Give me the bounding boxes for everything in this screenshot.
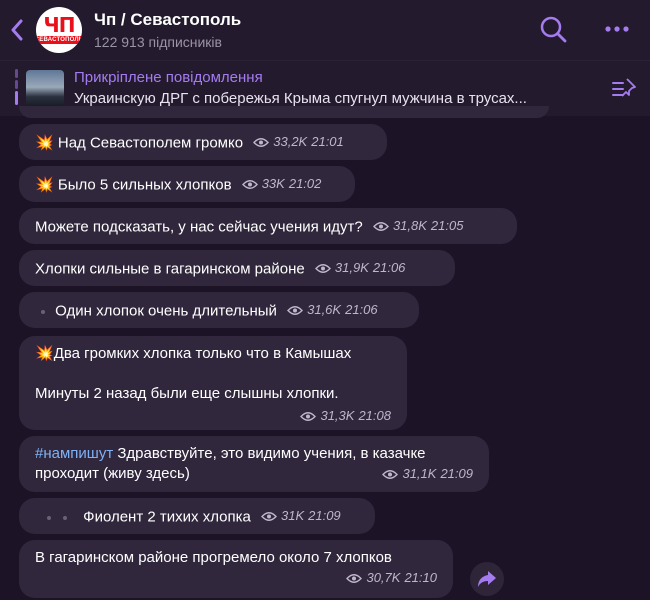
pin-list-icon (612, 78, 636, 97)
message-bubble[interactable]: #нампишут Здравствуйте, это видимо учени… (19, 436, 489, 492)
eye-icon (253, 137, 270, 147)
search-button[interactable] (538, 14, 568, 44)
eye-icon (261, 511, 277, 521)
message-bubble[interactable]: В гагаринском районе прогремело около 7 … (19, 540, 453, 598)
message-time: 21:06 (372, 260, 406, 275)
message-bubble[interactable]: Фиолент 2 тихих хлопка 31K 21:09 (19, 498, 375, 534)
view-count: 31K (280, 508, 305, 523)
message-bubble[interactable]: 💥 Было 5 сильных хлопков 33K 21:02 (19, 166, 355, 202)
chat-header: ЧП СЕВАСТОПОЛЬ Чп / Севастополь 122 913 … (0, 0, 650, 60)
eye-icon (241, 179, 258, 189)
message-meta: 31,3K 21:08 (300, 406, 391, 426)
message-text: Один хлопок очень длительный (55, 302, 277, 320)
channel-avatar[interactable]: ЧП СЕВАСТОПОЛЬ (36, 7, 82, 53)
avatar-logo-subtext: СЕВАСТОПОЛЬ (36, 35, 82, 44)
message-time: 21:01 (311, 134, 344, 149)
back-button[interactable] (0, 0, 34, 60)
eye-icon (372, 221, 389, 231)
message-meta: 33K 21:02 (241, 174, 322, 194)
view-count: 30,7K (366, 570, 401, 585)
pinned-title: Прикріплене повідомлення (74, 69, 263, 86)
placeholder-emoji-icon (47, 515, 51, 520)
view-count: 31,9K (334, 260, 369, 275)
eye-icon (314, 263, 331, 273)
explosion-icon: 💥 (35, 134, 54, 152)
message-text-line: Здравствуйте, это видимо учения, в казач… (113, 445, 426, 462)
share-arrow-icon (478, 571, 496, 587)
message-text-line: проходит (живу здесь) (35, 465, 190, 482)
subscriber-count: 122 913 підписників (94, 34, 222, 50)
more-horizontal-icon (605, 26, 629, 32)
message-bubble[interactable]: Один хлопок очень длительный 31,6K 21:06 (19, 292, 419, 328)
message-meta: 31,1K 21:09 (382, 464, 473, 484)
message-bubble[interactable]: 💥 Над Севастополем громко 33,2K 21:01 (19, 124, 387, 160)
message-text-line: Два громких хлопка только что в Камышах (53, 345, 352, 362)
message-meta: 33,2K 21:01 (253, 132, 344, 152)
message-meta: 31,6K 21:06 (287, 300, 378, 320)
pinned-list-button[interactable] (610, 75, 638, 103)
view-count: 31,6K (307, 302, 342, 317)
channel-info[interactable]: Чп / Севастополь 122 913 підписників (94, 10, 241, 50)
view-count: 31,8K (392, 218, 427, 233)
eye-icon (382, 469, 399, 479)
message-time: 21:09 (308, 508, 341, 523)
message-text: Можете подсказать, у нас сейчас учения и… (35, 218, 363, 236)
message-meta: 30,7K 21:10 (346, 568, 437, 588)
pinned-preview-text: Украинскую ДРГ с побережья Крыма спугнул… (74, 90, 527, 107)
message-meta: 31,8K 21:05 (372, 216, 464, 236)
placeholder-emoji-icon (41, 309, 45, 314)
message-list[interactable]: 💥 Над Севастополем громко 33,2K 21:01 💥 … (0, 106, 650, 600)
hashtag-link[interactable]: #нампишут (35, 445, 113, 462)
view-count: 31,1K (402, 466, 437, 481)
placeholder-emoji-icon (63, 515, 67, 520)
message-text: В гагаринском районе прогремело около 7 … (35, 549, 392, 566)
avatar-logo-text: ЧП (43, 12, 76, 37)
explosion-icon: 💥 (35, 345, 54, 362)
search-icon (540, 16, 567, 43)
message-text: Было 5 сильных хлопков (57, 176, 232, 194)
message-text: Над Севастополем громко (57, 134, 244, 152)
message-time: 21:05 (430, 218, 464, 233)
eye-icon (300, 411, 317, 421)
pinned-indicator (15, 69, 18, 109)
message-meta: 31K 21:09 (261, 506, 341, 526)
more-button[interactable] (602, 14, 632, 44)
view-count: 33K (261, 176, 285, 191)
view-count: 31,3K (320, 408, 355, 423)
share-button[interactable] (470, 562, 504, 596)
message-bubble[interactable]: 💥Два громких хлопка только что в Камышах… (19, 336, 407, 430)
eye-icon (346, 573, 363, 583)
message-bubble[interactable]: Хлопки сильные в гагаринском районе 31,9… (19, 250, 455, 286)
channel-title: Чп / Севастополь (94, 10, 242, 29)
message-time: 21:09 (440, 466, 473, 481)
message-text: Фиолент 2 тихих хлопка (83, 508, 251, 526)
message-bubble[interactable]: Можете подсказать, у нас сейчас учения и… (19, 208, 517, 244)
chevron-left-icon (11, 19, 23, 41)
message-text-line: Минуты 2 назад были еще слышны хлопки. (35, 385, 339, 402)
explosion-icon: 💥 (35, 176, 54, 194)
pinned-thumbnail (26, 70, 64, 108)
message-bubble-partial (19, 106, 549, 118)
message-text: Хлопки сильные в гагаринском районе (35, 260, 305, 278)
message-time: 21:08 (358, 408, 391, 423)
message-time: 21:10 (404, 570, 437, 585)
eye-icon (287, 305, 304, 315)
message-time: 21:06 (345, 302, 378, 317)
message-meta: 31,9K 21:06 (314, 258, 406, 278)
message-time: 21:02 (288, 176, 322, 191)
view-count: 33,2K (273, 134, 308, 149)
